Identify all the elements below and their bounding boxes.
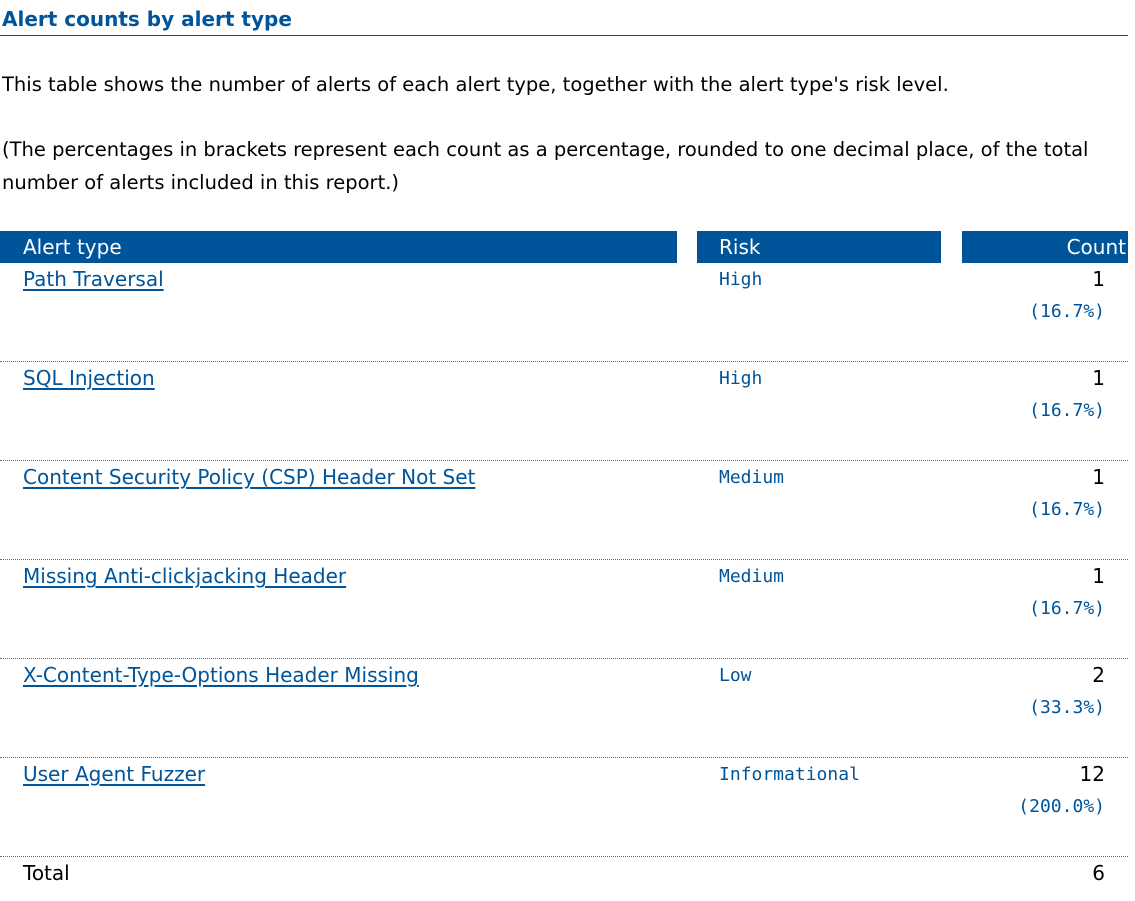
risk-level: Medium: [719, 467, 785, 488]
alert-percentage: (200.0%): [1018, 796, 1105, 817]
alert-type-link[interactable]: User Agent Fuzzer: [23, 760, 205, 788]
total-row: Total 6: [0, 857, 1128, 893]
section-title: Alert counts by alert type: [2, 7, 292, 31]
alert-percentage: (16.7%): [1029, 400, 1105, 421]
table-row: Content Security Policy (CSP) Header Not…: [0, 461, 1128, 560]
risk-level: Low: [719, 665, 752, 686]
section-description: This table shows the number of alerts of…: [2, 73, 949, 96]
column-header-risk: Risk: [697, 231, 941, 263]
alert-type-link[interactable]: Content Security Policy (CSP) Header Not…: [23, 463, 475, 491]
alert-count: 12: [1079, 762, 1105, 786]
table-row: SQL Injection High 1 (16.7%): [0, 362, 1128, 461]
alert-count: 2: [1092, 663, 1105, 687]
risk-level: Informational: [719, 764, 860, 785]
alert-type-link[interactable]: X-Content-Type-Options Header Missing: [23, 661, 419, 689]
alert-percentage: (16.7%): [1029, 598, 1105, 619]
alert-type-link[interactable]: Missing Anti-clickjacking Header: [23, 562, 346, 590]
percentage-note: (The percentages in brackets represent e…: [2, 138, 1089, 194]
section-title-divider: [0, 35, 1128, 36]
table-header: Alert type Risk Count: [0, 231, 1128, 263]
table-row: Missing Anti-clickjacking Header Medium …: [0, 560, 1128, 659]
alert-type-link[interactable]: Path Traversal: [23, 265, 164, 293]
risk-level: High: [719, 368, 763, 389]
table-row: User Agent Fuzzer Informational 12 (200.…: [0, 758, 1128, 857]
alert-count: 1: [1092, 564, 1105, 588]
total-label: Total: [23, 861, 70, 885]
alert-percentage: (33.3%): [1029, 697, 1105, 718]
column-header-alert-type: Alert type: [0, 231, 677, 263]
table-row: Path Traversal High 1 (16.7%): [0, 263, 1128, 362]
alert-counts-table: Alert type Risk Count Path Traversal Hig…: [0, 231, 1128, 893]
column-header-count-label: Count: [1066, 235, 1126, 259]
alert-count: 1: [1092, 267, 1105, 291]
alert-type-link[interactable]: SQL Injection: [23, 364, 155, 392]
alert-percentage: (16.7%): [1029, 301, 1105, 322]
table-row: X-Content-Type-Options Header Missing Lo…: [0, 659, 1128, 758]
alert-count: 1: [1092, 465, 1105, 489]
alert-count: 1: [1092, 366, 1105, 390]
alert-percentage: (16.7%): [1029, 499, 1105, 520]
risk-level: Medium: [719, 566, 785, 587]
risk-level: High: [719, 269, 763, 290]
column-header-count: Count: [962, 231, 1128, 263]
total-value: 6: [1092, 861, 1105, 885]
